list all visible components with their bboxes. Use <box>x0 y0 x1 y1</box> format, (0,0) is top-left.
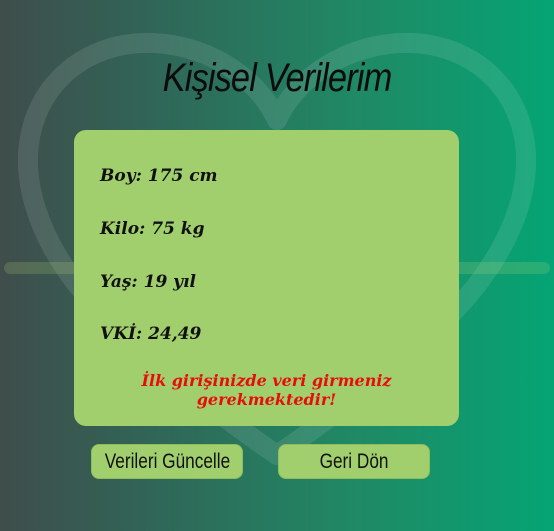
back-button-label: Geri Dön <box>319 449 389 473</box>
bmi-value: 24,49 <box>148 324 202 344</box>
personal-data-card: Boy175 cm Kilo75 kg Yaş19 yıl VKİ24,49 İ… <box>74 130 459 426</box>
first-login-warning: İlk girişinizde veri girmeniz gerekmekte… <box>141 371 392 409</box>
update-data-button-label: Verileri Güncelle <box>104 449 230 473</box>
height-label: Boy <box>100 166 148 186</box>
height-value: 175 cm <box>147 166 218 186</box>
bmi-label: VKİ <box>100 324 148 344</box>
weight-label: Kilo <box>100 219 151 239</box>
bmi-row: VKİ24,49 <box>100 324 201 344</box>
update-data-button[interactable]: Verileri Güncelle <box>91 444 243 479</box>
age-row: Yaş19 yıl <box>100 272 196 292</box>
page-title: Kişisel Verilerim <box>162 56 393 100</box>
weight-row: Kilo75 kg <box>100 219 204 239</box>
back-button[interactable]: Geri Dön <box>278 444 430 479</box>
height-row: Boy175 cm <box>100 166 218 186</box>
age-label: Yaş <box>100 272 144 292</box>
age-value: 19 yıl <box>143 272 196 292</box>
weight-value: 75 kg <box>151 219 205 239</box>
